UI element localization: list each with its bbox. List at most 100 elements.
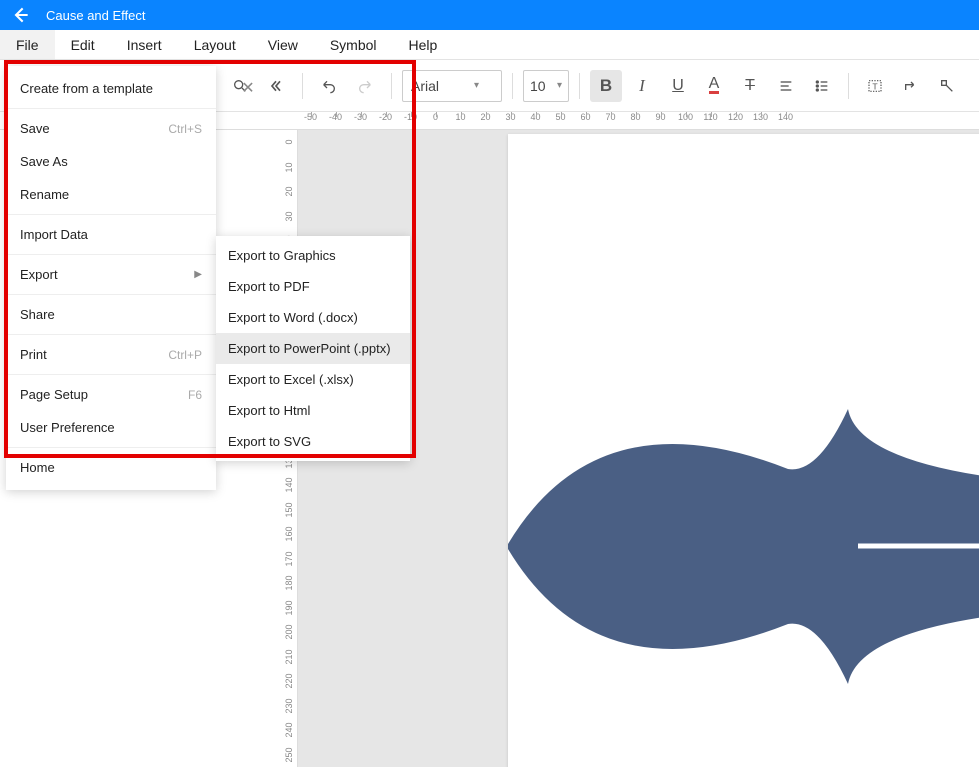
ruler-tick: 180 bbox=[284, 571, 294, 596]
shortcut-label: F6 bbox=[188, 388, 202, 402]
menu-item-page-setup[interactable]: Page SetupF6 bbox=[6, 378, 216, 411]
ruler-tick: 240 bbox=[284, 718, 294, 743]
ruler-tick: 140 bbox=[284, 473, 294, 498]
shortcut-label: Ctrl+P bbox=[168, 348, 202, 362]
menu-bar: File Edit Insert Layout View Symbol Help bbox=[0, 30, 979, 60]
export-submenu: Export to Graphics Export to PDF Export … bbox=[216, 236, 410, 461]
export-html[interactable]: Export to Html bbox=[216, 395, 410, 426]
redo-icon[interactable] bbox=[349, 70, 381, 102]
ruler-tick: 0 bbox=[284, 130, 294, 155]
ruler-tick: -10 bbox=[398, 112, 423, 122]
ruler-tick: 40 bbox=[523, 112, 548, 122]
font-family-value: Arial bbox=[411, 78, 439, 94]
ruler-tick: 20 bbox=[284, 179, 294, 204]
ruler-tick: 140 bbox=[773, 112, 798, 122]
file-menu-dropdown: Create from a template SaveCtrl+S Save A… bbox=[6, 66, 216, 490]
ruler-tick: 170 bbox=[284, 547, 294, 572]
export-pdf[interactable]: Export to PDF bbox=[216, 271, 410, 302]
ruler-tick: -40 bbox=[323, 112, 348, 122]
menu-item-home[interactable]: Home bbox=[6, 451, 216, 484]
close-tab-icon[interactable]: ✕ bbox=[230, 70, 266, 106]
export-svg[interactable]: Export to SVG bbox=[216, 426, 410, 457]
ruler-tick: 30 bbox=[284, 204, 294, 229]
fishbone-shape[interactable] bbox=[508, 334, 979, 767]
separator bbox=[6, 334, 216, 335]
align-icon[interactable] bbox=[770, 70, 802, 102]
ruler-tick: 90 bbox=[648, 112, 673, 122]
menu-item-import-data[interactable]: Import Data bbox=[6, 218, 216, 251]
ruler-tick: 100 bbox=[673, 112, 698, 122]
menu-layout[interactable]: Layout bbox=[178, 30, 252, 59]
menu-view[interactable]: View bbox=[252, 30, 314, 59]
menu-symbol[interactable]: Symbol bbox=[314, 30, 393, 59]
menu-insert[interactable]: Insert bbox=[111, 30, 178, 59]
ruler-tick: 80 bbox=[623, 112, 648, 122]
menu-item-print[interactable]: PrintCtrl+P bbox=[6, 338, 216, 371]
export-word[interactable]: Export to Word (.docx) bbox=[216, 302, 410, 333]
bold-icon[interactable]: B bbox=[590, 70, 622, 102]
menu-item-save-as[interactable]: Save As bbox=[6, 145, 216, 178]
separator bbox=[579, 73, 580, 99]
separator bbox=[6, 108, 216, 109]
ruler-tick: -20 bbox=[373, 112, 398, 122]
menu-item-save[interactable]: SaveCtrl+S bbox=[6, 112, 216, 145]
ruler-tick: 30 bbox=[498, 112, 523, 122]
font-size-value: 10 bbox=[530, 78, 546, 94]
ruler-tick: 70 bbox=[598, 112, 623, 122]
separator bbox=[6, 447, 216, 448]
menu-help[interactable]: Help bbox=[393, 30, 454, 59]
chevron-down-icon: ▾ bbox=[474, 80, 479, 91]
ruler-tick: 0 bbox=[423, 112, 448, 122]
ruler-tick: 60 bbox=[573, 112, 598, 122]
ruler-tick: 200 bbox=[284, 620, 294, 645]
ruler-tick: 150 bbox=[284, 498, 294, 523]
ruler-tick: -30 bbox=[348, 112, 373, 122]
menu-edit[interactable]: Edit bbox=[55, 30, 111, 59]
export-powerpoint[interactable]: Export to PowerPoint (.pptx) bbox=[216, 333, 410, 364]
ruler-tick: 20 bbox=[473, 112, 498, 122]
font-family-select[interactable]: Arial ▾ bbox=[402, 70, 502, 102]
menu-item-user-preference[interactable]: User Preference bbox=[6, 411, 216, 444]
font-size-select[interactable]: 10▾ bbox=[523, 70, 569, 102]
ruler-tick: 160 bbox=[284, 522, 294, 547]
menu-item-create-template[interactable]: Create from a template bbox=[6, 72, 216, 105]
separator bbox=[6, 294, 216, 295]
separator bbox=[512, 73, 513, 99]
export-graphics[interactable]: Export to Graphics bbox=[216, 240, 410, 271]
separator bbox=[6, 374, 216, 375]
svg-text:T: T bbox=[872, 81, 878, 91]
underline-icon[interactable]: U bbox=[662, 70, 694, 102]
text-box-icon[interactable]: T bbox=[859, 70, 891, 102]
export-excel[interactable]: Export to Excel (.xlsx) bbox=[216, 364, 410, 395]
ruler-tick: 190 bbox=[284, 596, 294, 621]
line-icon[interactable] bbox=[931, 70, 963, 102]
title-bar: Cause and Effect bbox=[0, 0, 979, 30]
strikethrough-icon[interactable]: T bbox=[734, 70, 766, 102]
menu-item-rename[interactable]: Rename bbox=[6, 178, 216, 211]
app-logo-icon bbox=[10, 4, 32, 26]
diagram-page[interactable]: ADD YO Rep YOUR TITLE YOUR TITLE Text Te… bbox=[508, 134, 979, 767]
ruler-tick: 10 bbox=[284, 155, 294, 180]
ruler-tick: 210 bbox=[284, 645, 294, 670]
ruler-tick: 50 bbox=[548, 112, 573, 122]
shortcut-label: Ctrl+S bbox=[168, 122, 202, 136]
italic-icon[interactable]: I bbox=[626, 70, 658, 102]
ruler-tick: 130 bbox=[748, 112, 773, 122]
app-title: Cause and Effect bbox=[46, 8, 146, 23]
menu-item-share[interactable]: Share bbox=[6, 298, 216, 331]
font-color-icon[interactable]: A bbox=[698, 70, 730, 102]
ruler-tick: 10 bbox=[448, 112, 473, 122]
undo-icon[interactable] bbox=[313, 70, 345, 102]
menu-file[interactable]: File bbox=[0, 30, 55, 59]
separator bbox=[391, 73, 392, 99]
connector-icon[interactable] bbox=[895, 70, 927, 102]
chevron-right-icon: ▶ bbox=[194, 269, 202, 280]
menu-item-export[interactable]: Export▶ bbox=[6, 258, 216, 291]
ruler-tick: 120 bbox=[723, 112, 748, 122]
ruler-tick: 220 bbox=[284, 669, 294, 694]
separator bbox=[6, 214, 216, 215]
separator bbox=[302, 73, 303, 99]
separator bbox=[848, 73, 849, 99]
bullet-list-icon[interactable] bbox=[806, 70, 838, 102]
ruler-tick: 230 bbox=[284, 694, 294, 719]
